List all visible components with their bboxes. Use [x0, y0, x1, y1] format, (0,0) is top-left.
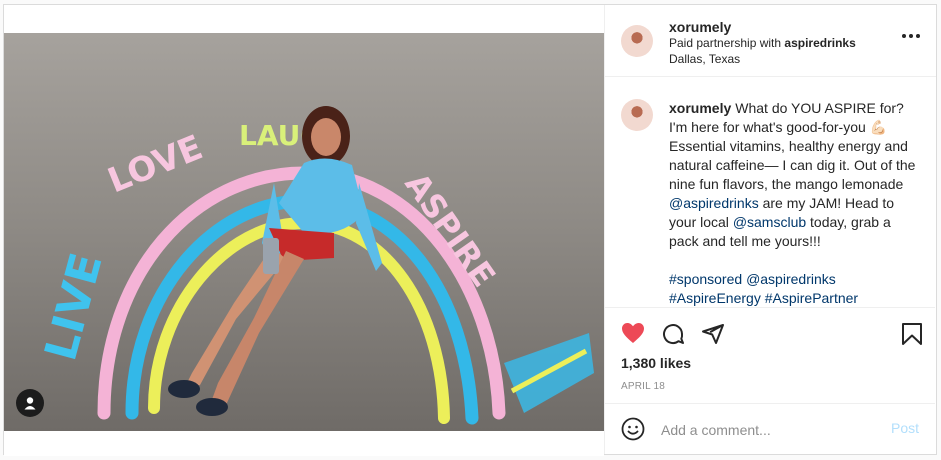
caption-hashtags: #sponsored @aspiredrinks #AspireEnergy #…	[669, 270, 917, 308]
post-location[interactable]: Dallas, Texas	[669, 51, 856, 67]
post-comment-button[interactable]: Post	[891, 420, 919, 436]
hashtag-aspireenergy[interactable]: #AspireEnergy	[669, 290, 761, 306]
emoji-icon	[621, 417, 645, 441]
caption-mention-samsclub[interactable]: @samsclub	[733, 214, 806, 230]
comment-box: Post	[605, 403, 935, 455]
user-tag-icon	[24, 397, 36, 410]
caption-username[interactable]: xorumely	[669, 100, 731, 116]
like-button[interactable]	[621, 322, 645, 349]
photo-illustration: LIVE LOVE LAUGH ASPIRE	[4, 33, 604, 431]
post-header: xorumely Paid partnership with aspiredri…	[605, 5, 936, 77]
save-button[interactable]	[901, 322, 923, 351]
author-username[interactable]: xorumely	[669, 19, 856, 35]
author-avatar[interactable]	[621, 25, 653, 57]
caption-area: xorumely What do YOU ASPIRE for? I'm here…	[605, 77, 935, 307]
caption-mention-aspiredrinks[interactable]: @aspiredrinks	[669, 195, 759, 211]
hashtag-sponsored[interactable]: #sponsored	[669, 271, 742, 287]
post-date[interactable]: APRIL 18	[621, 381, 665, 392]
post-photo[interactable]: LIVE LOVE LAUGH ASPIRE	[4, 33, 604, 431]
like-count[interactable]: 1,380 likes	[621, 355, 691, 371]
post-actions: 1,380 likes APRIL 18	[605, 307, 935, 404]
heart-icon	[622, 323, 644, 343]
comment-button[interactable]	[661, 322, 685, 351]
header-text: xorumely Paid partnership with aspiredri…	[669, 19, 856, 67]
caption-avatar[interactable]	[621, 99, 653, 131]
partnership-prefix: Paid partnership with	[669, 36, 785, 50]
post-card: LIVE LOVE LAUGH ASPIRE xorumely Paid par…	[3, 4, 937, 456]
post-caption: xorumely What do YOU ASPIRE for? I'm here…	[669, 99, 917, 308]
post-media: LIVE LOVE LAUGH ASPIRE	[4, 5, 604, 456]
more-icon[interactable]	[902, 33, 920, 39]
bookmark-icon	[902, 323, 922, 345]
emoji-button[interactable]	[621, 417, 645, 446]
comment-input[interactable]	[659, 418, 883, 442]
comment-icon	[663, 324, 684, 345]
hashtag-aspirepartner[interactable]: #AspirePartner	[765, 290, 858, 306]
partner-link[interactable]: aspiredrinks	[784, 36, 855, 50]
share-button[interactable]	[701, 322, 725, 351]
post-sidebar: xorumely Paid partnership with aspiredri…	[604, 5, 936, 454]
mention-aspiredrinks[interactable]: @aspiredrinks	[746, 271, 836, 287]
share-icon	[702, 324, 724, 344]
partnership-line: Paid partnership with aspiredrinks	[669, 35, 856, 51]
tagged-users-button[interactable]	[16, 389, 44, 417]
